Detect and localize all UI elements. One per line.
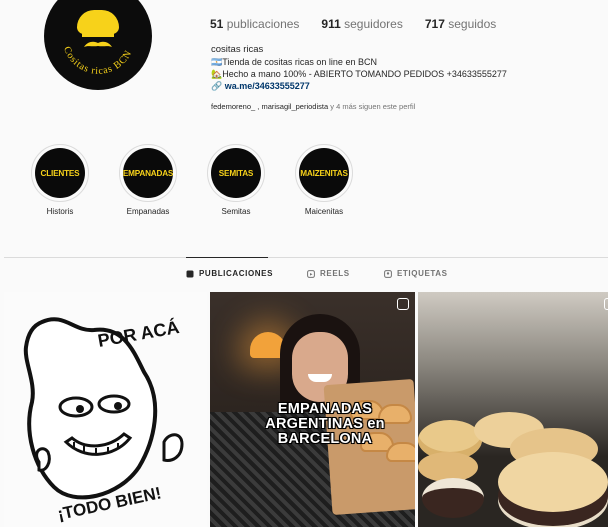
post-2-overlay-text: EMPANADAS ARGENTINAS en BARCELONA — [265, 401, 385, 447]
post-3[interactable] — [418, 292, 608, 527]
grid-icon — [186, 270, 194, 277]
highlight-cover: MAIZENITAS — [299, 148, 349, 198]
highlight-empanadas[interactable]: EMPANADAS Empanadas — [118, 144, 178, 216]
profile-stats: 51 publicaciones 911 seguidores 717 segu… — [210, 17, 518, 31]
post-1-text-top: POR ACÁ — [96, 316, 181, 351]
highlight-cover: CLIENTES — [35, 148, 85, 198]
tab-reels[interactable]: REELS — [307, 269, 350, 278]
logo-ring-text: Cositas ricas BCN — [61, 45, 134, 77]
bio-line-2: 🏡Hecho a mano 100% - ABIERTO TOMANDO PED… — [211, 69, 507, 79]
highlight-caption: Semitas — [221, 207, 251, 216]
reel-icon — [397, 298, 409, 310]
bio-link[interactable]: wa.me/34633555277 — [225, 81, 310, 91]
link-icon: 🔗 — [211, 81, 223, 91]
active-tab-indicator — [186, 257, 268, 258]
profile-name: cositas ricas — [211, 44, 264, 55]
reels-icon — [307, 269, 315, 278]
reel-icon — [604, 298, 608, 310]
followers-count[interactable]: 911 seguidores — [321, 17, 402, 31]
highlight-maizenitas[interactable]: MAIZENITAS Maicenitas — [294, 144, 354, 216]
highlight-cover: SEMITAS — [211, 148, 261, 198]
posts-count: 51 publicaciones — [210, 17, 300, 31]
tagged-icon — [384, 269, 392, 278]
following-count[interactable]: 717 seguidos — [425, 17, 496, 31]
highlight-caption: Historis — [46, 207, 74, 216]
highlight-clientes[interactable]: CLIENTES Historis — [30, 144, 90, 216]
tabs-divider — [4, 257, 608, 258]
bio-line-1: 🇦🇷Tienda de cositas ricas on line en BCN — [211, 57, 377, 67]
post-1[interactable]: POR ACÁ ¡TODO BIEN! — [4, 292, 207, 527]
followed-by[interactable]: fedemoreno_ , marisagil_periodista y 4 m… — [211, 102, 415, 111]
tab-tagged[interactable]: ETIQUETAS — [384, 269, 448, 278]
highlight-caption: Maicenitas — [304, 207, 344, 216]
post-2[interactable]: EMPANADAS ARGENTINAS en BARCELONA — [210, 292, 415, 527]
tab-posts[interactable]: PUBLICACIONES — [186, 269, 273, 278]
cartoon-empanada-illustration: POR ACÁ ¡TODO BIEN! — [23, 316, 184, 524]
highlight-caption: Empanadas — [126, 207, 170, 216]
svg-text:Cositas ricas BCN: Cositas ricas BCN — [61, 45, 134, 77]
profile-avatar[interactable]: Cositas ricas BCN — [44, 0, 152, 90]
highlight-cover: EMPANADAS — [123, 148, 173, 198]
profile-bio: cositas ricas 🇦🇷Tienda de cositas ricas … — [211, 44, 507, 92]
highlight-semitas[interactable]: SEMITAS Semitas — [206, 144, 266, 216]
